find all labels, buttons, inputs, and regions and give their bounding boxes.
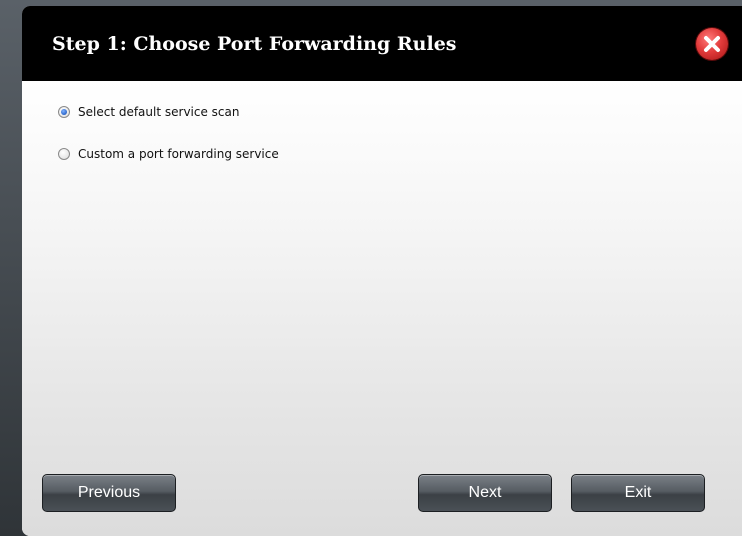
exit-button[interactable]: Exit — [571, 474, 705, 512]
option-custom-port-forwarding[interactable]: Custom a port forwarding service — [58, 147, 279, 161]
option-label: Custom a port forwarding service — [78, 147, 279, 161]
dialog-titlebar: Step 1: Choose Port Forwarding Rules — [22, 6, 742, 81]
dialog-body: Select default service scan Custom a por… — [22, 81, 742, 536]
option-default-service-scan[interactable]: Select default service scan — [58, 105, 239, 119]
wizard-dialog: Step 1: Choose Port Forwarding Rules Sel… — [22, 6, 742, 536]
dialog-title: Step 1: Choose Port Forwarding Rules — [52, 33, 457, 55]
radio-button-selected[interactable] — [58, 106, 70, 118]
next-button[interactable]: Next — [418, 474, 552, 512]
option-label: Select default service scan — [78, 105, 240, 119]
previous-button[interactable]: Previous — [42, 474, 176, 512]
radio-button-unselected[interactable] — [58, 148, 70, 160]
close-icon[interactable] — [696, 28, 728, 60]
